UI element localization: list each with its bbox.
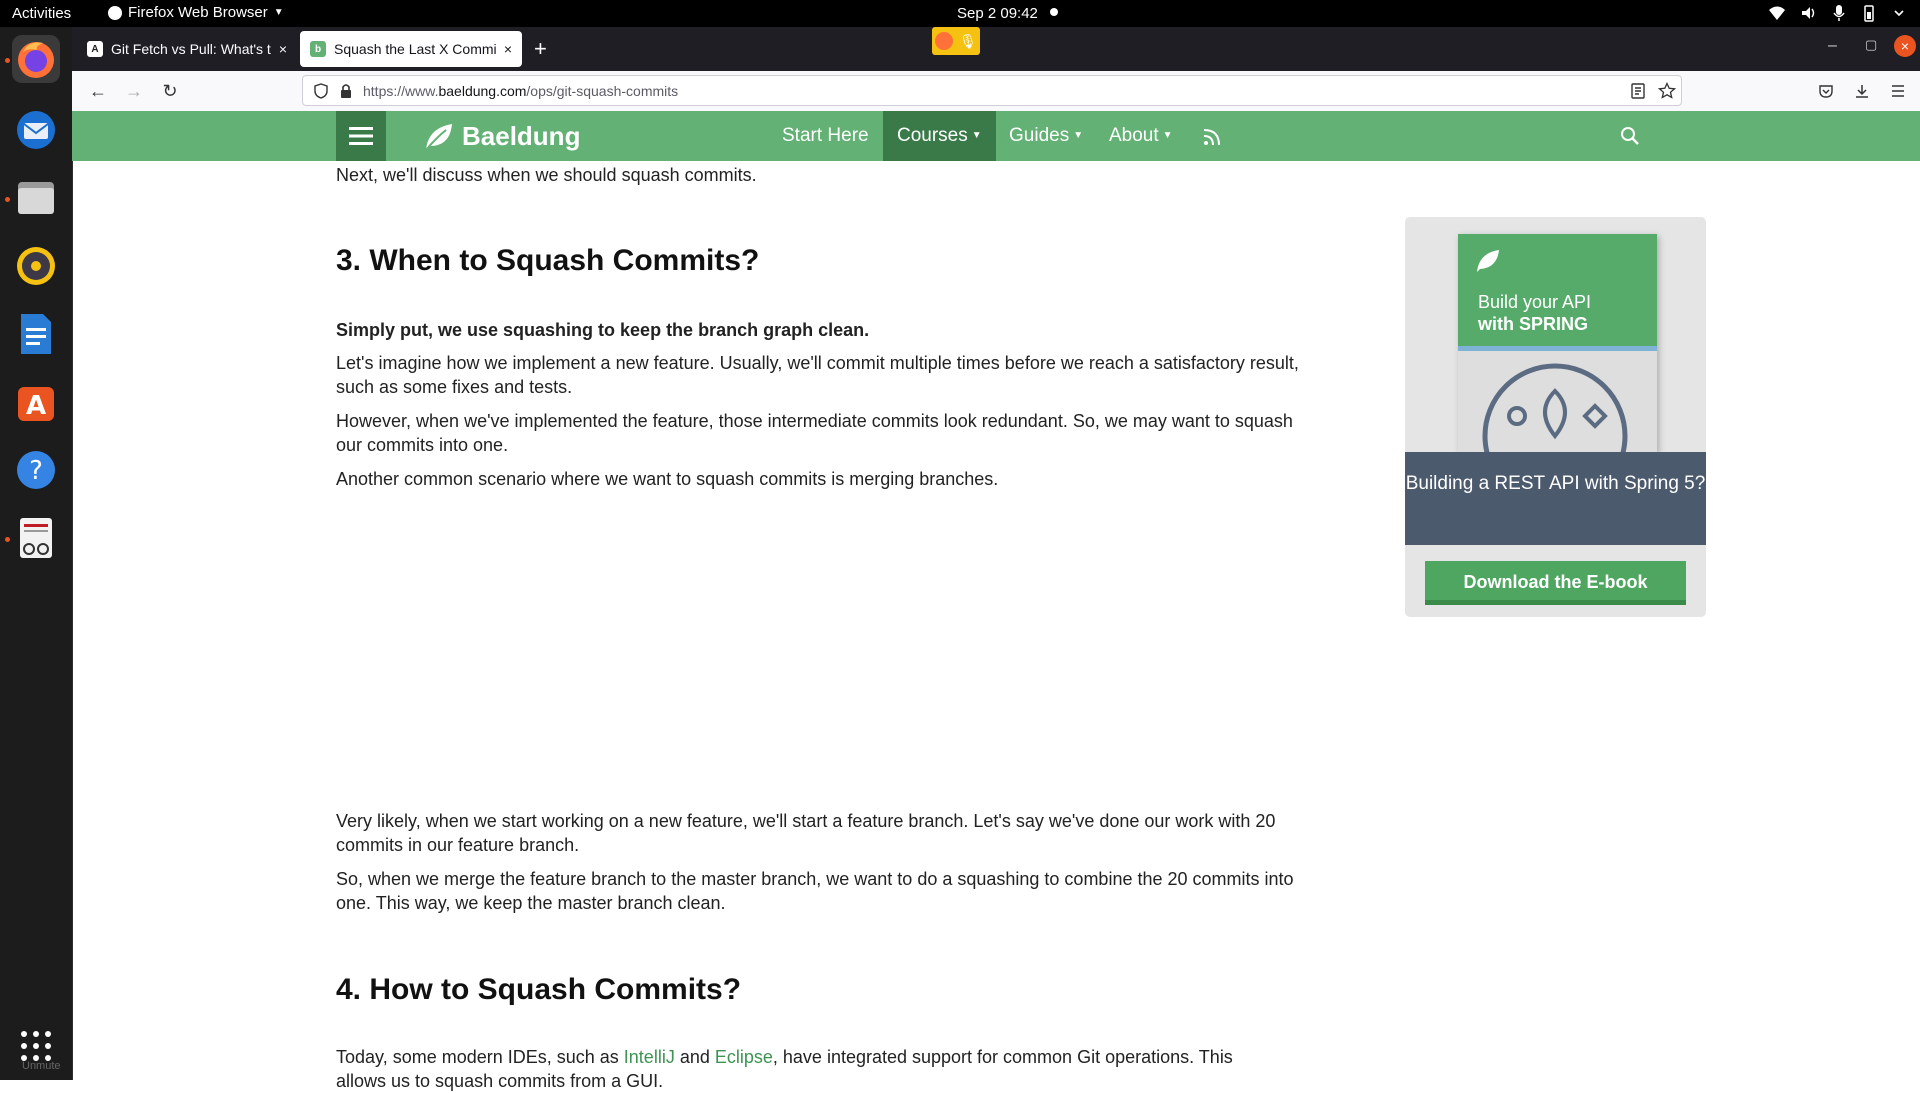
section-3-paragraph-3: Another common scenario where we want to…: [336, 469, 999, 489]
system-tray[interactable]: [1768, 4, 1906, 22]
section-3-heading: 3. When to Squash Commits?: [336, 244, 760, 277]
section-3-lead: Simply put, we use squashing to keep the…: [336, 320, 870, 340]
ebook-leaf-icon: [1477, 250, 1499, 272]
battery-icon: [1864, 5, 1874, 22]
menu-guides[interactable]: Guides ▼: [1009, 111, 1083, 161]
lock-icon[interactable]: [339, 83, 353, 99]
caret-down-icon: ▼: [971, 130, 982, 141]
tab-squash-commits[interactable]: b Squash the Last X Commi ×: [300, 31, 522, 67]
system-top-bar: Activities Firefox Web Browser ▼ Sep 2 0…: [0, 0, 1920, 27]
bookmark-star-icon[interactable]: [1658, 82, 1676, 100]
dock: A ? Unmute: [0, 27, 73, 1080]
search-icon[interactable]: [1620, 126, 1640, 146]
svg-text:?: ?: [29, 456, 43, 486]
navigation-toolbar: ← → ↻ https://www.baeldung.com/ops/git-s…: [72, 71, 1920, 112]
forward-arrow-icon[interactable]: →: [122, 79, 146, 103]
ebook-emblem-icon: [1482, 363, 1628, 452]
ebook-ad-card[interactable]: Build your API with SPRING Building a RE…: [1405, 217, 1706, 617]
pocket-icon[interactable]: [1818, 83, 1834, 99]
close-tab-icon[interactable]: ×: [279, 41, 287, 57]
help-icon[interactable]: ?: [12, 446, 60, 494]
caret-down-icon: ▼: [1162, 130, 1173, 141]
close-window-button[interactable]: ×: [1894, 35, 1916, 57]
intro-paragraph: Next, we'll discuss when we should squas…: [336, 165, 757, 185]
new-tab-button[interactable]: +: [534, 36, 547, 62]
chevron-down-icon: ▼: [273, 7, 284, 18]
firefox-small-icon: [108, 5, 122, 20]
writer-icon[interactable]: [12, 310, 60, 358]
reader-view-icon[interactable]: [1630, 83, 1646, 99]
app-menu[interactable]: Firefox Web Browser ▼: [108, 4, 284, 21]
intellij-link[interactable]: IntelliJ: [624, 1047, 675, 1067]
thunderbird-icon[interactable]: [12, 106, 60, 154]
ebook-cover: Build your API with SPRING: [1458, 234, 1657, 452]
activities-button[interactable]: Activities: [12, 5, 71, 22]
url-text: https://www.baeldung.com/ops/git-squash-…: [363, 83, 679, 99]
running-indicator: [5, 197, 10, 202]
unmute-label: Unmute: [22, 1060, 61, 1072]
download-ebook-button[interactable]: Download the E-book: [1425, 561, 1686, 605]
caret-down-icon: ▼: [1073, 130, 1084, 141]
section-4-heading: 4. How to Squash Commits?: [336, 973, 742, 1006]
menu-start-here[interactable]: Start Here: [782, 111, 869, 161]
power-menu-icon: [1894, 10, 1904, 17]
reload-icon[interactable]: ↻: [158, 79, 182, 103]
hamburger-menu-icon[interactable]: [1890, 83, 1906, 99]
back-arrow-icon[interactable]: ←: [86, 79, 110, 103]
wifi-icon: [1769, 6, 1785, 20]
firefox-icon[interactable]: [12, 35, 60, 83]
running-indicator: [5, 58, 10, 63]
site-header: Baeldung Start Here Courses ▼ Guides ▼ Abo…: [72, 111, 1920, 161]
running-indicator: [5, 537, 10, 542]
maximize-window-button[interactable]: ▢: [1865, 37, 1877, 53]
software-icon[interactable]: A: [12, 378, 60, 426]
baeldung-leaf-icon: [425, 123, 452, 151]
microphone-icon: [1833, 5, 1845, 21]
downloads-icon[interactable]: [1854, 83, 1870, 99]
microphone-indicator-icon: 🎙: [959, 32, 977, 49]
menu-about[interactable]: About ▼: [1109, 111, 1173, 161]
ebook-caption: Building a REST API with Spring 5?: [1405, 452, 1706, 545]
minimize-window-button[interactable]: –: [1828, 37, 1837, 55]
rhythmbox-icon[interactable]: [12, 242, 60, 290]
site-favicon: A: [87, 41, 103, 57]
site-logo[interactable]: Baeldung: [422, 121, 580, 152]
section-3-paragraph-1: Let's imagine how we implement a new fea…: [336, 353, 1299, 397]
url-bar[interactable]: https://www.baeldung.com/ops/git-squash-…: [302, 75, 1682, 106]
firefox-indicator-icon: [935, 32, 954, 50]
clock[interactable]: Sep 2 09:42: [957, 5, 1038, 22]
ebook-title-line-2: with SPRING: [1478, 314, 1589, 334]
files-icon[interactable]: [12, 174, 60, 222]
menu-courses[interactable]: Courses ▼: [883, 111, 996, 161]
svg-text:A: A: [26, 391, 46, 421]
eclipse-link[interactable]: Eclipse: [715, 1047, 773, 1067]
notification-dot-icon: [1050, 8, 1058, 16]
ebook-title-line-1: Build your API: [1478, 292, 1592, 312]
site-menu-icon[interactable]: [336, 111, 386, 161]
tab-strip: A Git Fetch vs Pull: What's t × b Squash…: [72, 27, 1920, 71]
rss-icon[interactable]: [1202, 127, 1222, 147]
section-4-paragraph-1: Today, some modern IDEs, such as Intelli…: [336, 1047, 1233, 1091]
section-3-paragraph-5: So, when we merge the feature branch to …: [336, 869, 1294, 913]
baeldung-favicon: b: [310, 41, 326, 57]
tab-git-fetch-vs-pull[interactable]: A Git Fetch vs Pull: What's t ×: [77, 31, 297, 67]
reader-icon[interactable]: [12, 514, 60, 562]
ebook-cover-stripe: [1458, 346, 1657, 351]
volume-icon: [1802, 7, 1815, 19]
close-tab-icon[interactable]: ×: [504, 41, 512, 57]
tracking-shield-icon[interactable]: [313, 83, 329, 99]
section-3-paragraph-2: However, when we've implemented the feat…: [336, 411, 1293, 455]
section-3-paragraph-4: Very likely, when we start working on a …: [336, 811, 1276, 855]
sharing-indicator[interactable]: 🎙: [932, 27, 980, 55]
